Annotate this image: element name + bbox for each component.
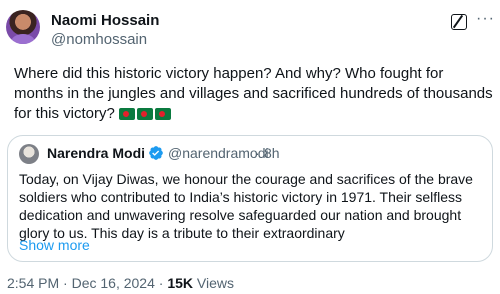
tweet-body: Where did this historic victory happen? …	[14, 65, 493, 122]
quoted-text: Today, on Vijay Diwas, we honour the cou…	[19, 171, 473, 241]
separator-dot: ·	[255, 145, 260, 161]
quoted-author-name: Narendra Modi	[47, 145, 146, 161]
author-avatar[interactable]	[6, 10, 40, 44]
quoted-tweet[interactable]: Narendra Modi @narendramodi · 8h Today, …	[7, 135, 493, 262]
timestamp[interactable]: 2:54 PM · Dec 16, 2024 ·	[7, 275, 167, 291]
quoted-author-handle: @narendramodi	[168, 145, 269, 161]
quoted-author-avatar[interactable]	[19, 144, 39, 164]
show-more-link[interactable]: Show more	[19, 237, 90, 254]
author-handle[interactable]: @nomhossain	[51, 31, 147, 49]
quoted-time[interactable]: 8h	[264, 145, 280, 162]
verified-badge-icon	[149, 146, 163, 160]
more-options-icon[interactable]: ···	[476, 10, 495, 28]
tweet-text: Where did this historic victory happen? …	[14, 64, 494, 126]
bangladesh-flag-icon	[155, 108, 172, 120]
flag-emojis	[119, 106, 173, 126]
views-label: Views	[193, 275, 234, 291]
bangladesh-flag-icon	[119, 108, 136, 120]
author-name[interactable]: Naomi Hossain	[51, 12, 159, 30]
views-count: 15K	[167, 275, 193, 291]
grok-icon[interactable]	[451, 14, 467, 30]
tweet-footer: 2:54 PM · Dec 16, 2024 · 15K Views	[7, 275, 234, 292]
bangladesh-flag-icon	[137, 108, 154, 120]
